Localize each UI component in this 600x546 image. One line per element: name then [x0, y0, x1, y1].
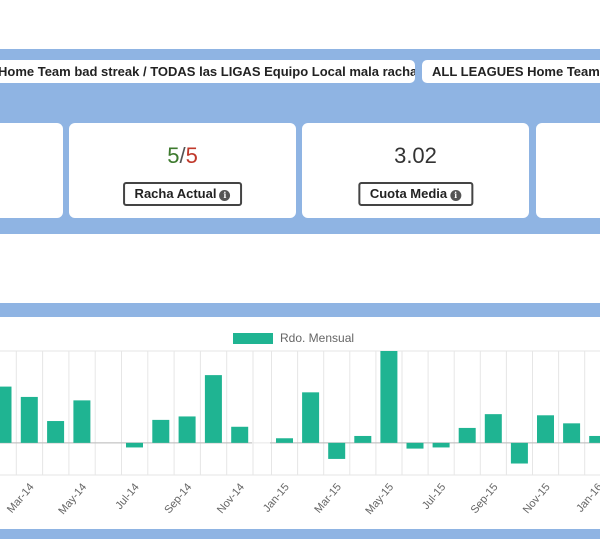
average-odds-button[interactable]: Cuota Media i — [357, 182, 474, 206]
legend-swatch — [233, 333, 273, 344]
average-odds-label: Cuota Media — [369, 186, 448, 201]
tick-label: Sep-14 — [162, 481, 194, 516]
chart-panel: Rdo. Mensual Mar-14 May-14 Jul-14 Sep-14 Nov-… — [0, 303, 600, 539]
tick-label: Jan-15 — [261, 481, 292, 514]
bar-mar-15 — [328, 442, 346, 459]
info-icon[interactable]: i — [450, 190, 462, 201]
stats-panel: 5/5 Racha Actual i 3.02 Cuota Media i — [0, 86, 600, 234]
bar-jul-15 — [432, 442, 450, 448]
tick-label: May-15 — [363, 481, 396, 517]
tick-label: Nov-15 — [521, 481, 553, 516]
bar-may-15 — [380, 351, 398, 443]
bar-feb-15 — [302, 392, 320, 443]
bar-apr-15 — [354, 435, 372, 443]
info-icon[interactable]: i — [219, 190, 231, 201]
tab-all-leagues-home-team[interactable]: ALL LEAGUES Home Team — [422, 60, 600, 83]
bar-apr-14 — [47, 421, 65, 443]
chart-svg: Rdo. Mensual Mar-14 May-14 Jul-14 Sep-14 Nov-… — [0, 331, 600, 517]
bar-dec-15 — [563, 423, 581, 443]
bar-oct-15 — [510, 442, 528, 464]
page: Home Team bad streak / TODAS las LIGAS E… — [0, 0, 600, 546]
tick-label: May-14 — [56, 481, 89, 517]
tab-strip: Home Team bad streak / TODAS las LIGAS E… — [0, 49, 600, 86]
bar-jun-15 — [406, 442, 424, 449]
bar-oct-14 — [204, 375, 222, 443]
monthly-result-chart: Rdo. Mensual Mar-14 May-14 Jul-14 Sep-14 Nov-… — [0, 317, 600, 529]
stat-card-average-odds: 3.02 Cuota Media i — [302, 123, 529, 218]
tick-label: Jan-16 — [574, 481, 600, 514]
stat-card-partial-left — [0, 123, 63, 218]
bar-sep-15 — [484, 414, 502, 443]
tick-label: Nov-14 — [215, 481, 247, 516]
bar-feb-14 — [0, 386, 12, 443]
bar-jan-15 — [276, 438, 293, 443]
streak-value: 5/5 — [69, 143, 296, 169]
bar-nov-14 — [231, 426, 249, 443]
bar-aug-14 — [152, 419, 170, 443]
tab-home-team-bad-streak[interactable]: Home Team bad streak / TODAS las LIGAS E… — [0, 60, 415, 83]
streak-current: 5 — [167, 143, 180, 168]
tick-label: Mar-15 — [312, 481, 344, 515]
bar-aug-15 — [458, 427, 476, 443]
average-odds-value: 3.02 — [394, 143, 437, 168]
bar-jul-14 — [126, 442, 143, 448]
tick-label: Jul-14 — [113, 481, 141, 512]
tick-label: Mar-14 — [5, 481, 37, 515]
bar-sep-14 — [178, 416, 196, 443]
bar-nov-15 — [537, 415, 554, 443]
stat-card-partial-right — [536, 123, 600, 218]
current-streak-button[interactable]: Racha Actual i — [122, 182, 243, 206]
current-streak-label: Racha Actual — [134, 186, 217, 201]
streak-total: 5 — [185, 143, 198, 168]
bar-mar-14 — [20, 396, 38, 443]
bar-may-14 — [73, 400, 91, 443]
tick-label: Sep-15 — [469, 481, 501, 516]
tick-label: Jul-15 — [420, 481, 448, 512]
stat-card-current-streak: 5/5 Racha Actual i — [69, 123, 296, 218]
bar-jan-16 — [589, 435, 600, 443]
legend-label: Rdo. Mensual — [280, 331, 354, 345]
